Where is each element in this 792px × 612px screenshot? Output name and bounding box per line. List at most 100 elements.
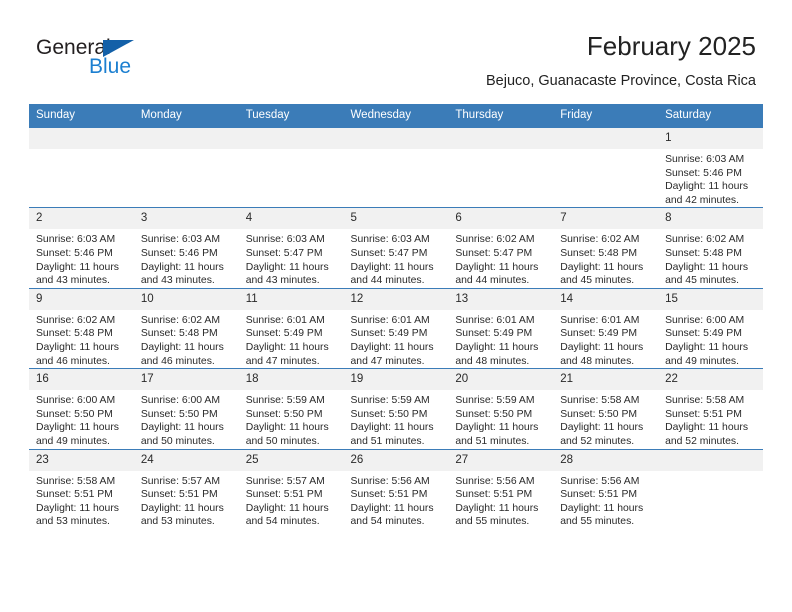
day-details: Sunrise: 6:02 AM Sunset: 5:47 PM Daylight:…: [448, 229, 553, 287]
sunset-time: Sunset: 5:50 PM: [36, 408, 113, 420]
daylight-duration-line2: and 50 minutes.: [140, 435, 215, 447]
sunrise-time: Sunrise: 5:58 AM: [665, 395, 745, 407]
calendar-day-cell[interactable]: 11 Sunrise: 6:01 AM Sunset: 5:49 PM Dayligh…: [238, 287, 344, 369]
day-details: Sunrise: 6:00 AM Sunset: 5:50 PM Daylight:…: [134, 390, 239, 448]
sunrise-time: Sunrise: 6:02 AM: [140, 314, 220, 326]
calendar-day-cell[interactable]: 17 Sunrise: 6:00 AM Sunset: 5:50 PM Dayligh…: [133, 368, 239, 449]
daylight-duration-line2: and 44 minutes.: [455, 275, 530, 287]
sunset-time: Sunset: 5:49 PM: [560, 328, 638, 340]
sunset-time: Sunset: 5:51 PM: [36, 489, 113, 501]
calendar-day-cell[interactable]: 13 Sunrise: 6:01 AM Sunset: 5:49 PM Dayligh…: [448, 287, 554, 369]
sunset-time: Sunset: 5:46 PM: [665, 167, 742, 179]
sunrise-time: Sunrise: 6:02 AM: [560, 234, 640, 246]
sunset-time: Sunset: 5:50 PM: [455, 408, 533, 420]
calendar-day-cell[interactable]: 5 Sunrise: 6:03 AM Sunset: 5:47 PM Daylight…: [343, 207, 449, 289]
daylight-duration-line1: Daylight: 11 hours: [350, 502, 434, 514]
day-details: Sunrise: 6:02 AM Sunset: 5:48 PM Daylight:…: [29, 310, 134, 368]
sunrise-time: Sunrise: 6:01 AM: [560, 314, 640, 326]
daylight-duration-line2: and 45 minutes.: [665, 275, 739, 287]
calendar-body: 1 Sunrise: 6:03 AM Sunset: 5:46 PM Daylight…: [29, 126, 763, 529]
calendar-day-cell[interactable]: 22 Sunrise: 5:58 AM Sunset: 5:51 PM Dayligh…: [658, 368, 763, 449]
calendar-day-cell[interactable]: 25 Sunrise: 5:57 AM Sunset: 5:51 PM Dayligh…: [238, 448, 344, 529]
calendar-day-cell[interactable]: 26 Sunrise: 5:56 AM Sunset: 5:51 PM Dayligh…: [343, 448, 449, 529]
calendar-empty-cell: [29, 126, 134, 208]
calendar-day-cell[interactable]: 18 Sunrise: 5:59 AM Sunset: 5:50 PM Dayligh…: [238, 368, 344, 449]
day-number: [238, 128, 344, 149]
day-number: [29, 128, 134, 149]
calendar-day-cell[interactable]: 28 Sunrise: 5:56 AM Sunset: 5:51 PM Dayligh…: [553, 448, 659, 529]
day-details: Sunrise: 6:00 AM Sunset: 5:50 PM Daylight:…: [29, 390, 134, 448]
day-details: Sunrise: 6:03 AM Sunset: 5:46 PM Daylight:…: [658, 149, 763, 207]
day-details: Sunrise: 6:01 AM Sunset: 5:49 PM Daylight:…: [239, 310, 344, 368]
daylight-duration-line1: Daylight: 11 hours: [36, 422, 119, 434]
day-details: Sunrise: 5:56 AM Sunset: 5:51 PM Daylight:…: [553, 471, 658, 529]
daylight-duration-line2: and 53 minutes.: [140, 516, 215, 528]
sunset-time: Sunset: 5:47 PM: [455, 247, 533, 259]
sunset-time: Sunset: 5:50 PM: [350, 408, 428, 420]
daylight-duration-line2: and 49 minutes.: [665, 355, 739, 367]
calendar-day-cell[interactable]: 3 Sunrise: 6:03 AM Sunset: 5:46 PM Daylight…: [133, 207, 239, 289]
calendar-day-cell[interactable]: 1 Sunrise: 6:03 AM Sunset: 5:46 PM Daylight…: [658, 126, 763, 208]
calendar-day-cell[interactable]: 8 Sunrise: 6:02 AM Sunset: 5:48 PM Daylight…: [658, 207, 763, 289]
daylight-duration-line2: and 46 minutes.: [36, 355, 110, 367]
daylight-duration-line1: Daylight: 11 hours: [455, 341, 539, 353]
day-number: 4: [238, 208, 344, 230]
calendar-day-cell[interactable]: 16 Sunrise: 6:00 AM Sunset: 5:50 PM Dayligh…: [29, 368, 134, 449]
day-number: [553, 128, 659, 149]
daylight-duration-line2: and 52 minutes.: [560, 435, 635, 447]
logo-text-blue: Blue: [89, 55, 132, 78]
sunset-time: Sunset: 5:51 PM: [455, 489, 533, 501]
title-block: February 2025 Bejuco, Guanacaste Provinc…: [486, 30, 756, 91]
calendar-day-cell[interactable]: 7 Sunrise: 6:02 AM Sunset: 5:48 PM Daylight…: [553, 207, 659, 289]
general-blue-logo[interactable]: General Blue: [36, 36, 216, 84]
calendar-day-cell[interactable]: 2 Sunrise: 6:03 AM Sunset: 5:46 PM Daylight…: [29, 207, 134, 289]
day-number: 22: [658, 369, 763, 391]
day-number: 19: [343, 369, 449, 391]
day-details: Sunrise: 6:03 AM Sunset: 5:47 PM Daylight:…: [344, 229, 449, 287]
sunset-time: Sunset: 5:48 PM: [36, 328, 113, 340]
sunrise-time: Sunrise: 5:58 AM: [36, 475, 116, 487]
calendar-day-cell[interactable]: 27 Sunrise: 5:56 AM Sunset: 5:51 PM Dayligh…: [448, 448, 554, 529]
calendar-empty-cell: [448, 126, 554, 208]
day-number: 28: [553, 449, 659, 471]
day-details: Sunrise: 6:01 AM Sunset: 5:49 PM Daylight:…: [448, 310, 553, 368]
day-number: 23: [29, 449, 134, 471]
daylight-duration-line2: and 47 minutes.: [245, 355, 320, 367]
calendar-header-row: Sunday Monday Tuesday Wednesday Thursday…: [29, 104, 763, 128]
daylight-duration-line1: Daylight: 11 hours: [560, 422, 644, 434]
day-number: 7: [553, 208, 659, 230]
day-details: Sunrise: 5:57 AM Sunset: 5:51 PM Daylight:…: [239, 471, 344, 529]
sunrise-time: Sunrise: 6:03 AM: [36, 234, 116, 246]
calendar-day-cell[interactable]: 6 Sunrise: 6:02 AM Sunset: 5:47 PM Daylight…: [448, 207, 554, 289]
calendar-day-cell[interactable]: 15 Sunrise: 6:00 AM Sunset: 5:49 PM Dayligh…: [658, 287, 763, 369]
calendar-day-cell[interactable]: 23 Sunrise: 5:58 AM Sunset: 5:51 PM Dayligh…: [29, 448, 134, 529]
daylight-duration-line2: and 50 minutes.: [245, 435, 320, 447]
sunrise-time: Sunrise: 6:03 AM: [140, 234, 220, 246]
calendar-day-cell[interactable]: 9 Sunrise: 6:02 AM Sunset: 5:48 PM Daylight…: [29, 287, 134, 369]
daylight-duration-line2: and 44 minutes.: [350, 275, 425, 287]
daylight-duration-line1: Daylight: 11 hours: [36, 502, 119, 514]
calendar-day-cell[interactable]: 4 Sunrise: 6:03 AM Sunset: 5:47 PM Daylight…: [238, 207, 344, 289]
daylight-duration-line2: and 51 minutes.: [455, 435, 530, 447]
day-details: Sunrise: 6:01 AM Sunset: 5:49 PM Daylight:…: [553, 310, 658, 368]
calendar-day-cell[interactable]: 20 Sunrise: 5:59 AM Sunset: 5:50 PM Dayligh…: [448, 368, 554, 449]
sunset-time: Sunset: 5:51 PM: [560, 489, 638, 501]
calendar-empty-cell: [238, 126, 344, 208]
daylight-duration-line1: Daylight: 11 hours: [245, 341, 329, 353]
day-number: 26: [343, 449, 449, 471]
calendar-day-cell[interactable]: 14 Sunrise: 6:01 AM Sunset: 5:49 PM Dayligh…: [553, 287, 659, 369]
sunrise-time: Sunrise: 6:01 AM: [350, 314, 430, 326]
daylight-duration-line2: and 45 minutes.: [560, 275, 635, 287]
calendar-day-cell[interactable]: 21 Sunrise: 5:58 AM Sunset: 5:50 PM Dayligh…: [553, 368, 659, 449]
weekday-header-thursday: Thursday: [448, 104, 554, 128]
daylight-duration-line1: Daylight: 11 hours: [36, 341, 119, 353]
day-number: 9: [29, 288, 134, 310]
day-details: Sunrise: 6:00 AM Sunset: 5:49 PM Daylight:…: [658, 310, 763, 368]
daylight-duration-line2: and 48 minutes.: [560, 355, 635, 367]
calendar-day-cell[interactable]: 10 Sunrise: 6:02 AM Sunset: 5:48 PM Dayligh…: [133, 287, 239, 369]
calendar-day-cell[interactable]: 19 Sunrise: 5:59 AM Sunset: 5:50 PM Dayligh…: [343, 368, 449, 449]
daylight-duration-line1: Daylight: 11 hours: [665, 422, 749, 434]
calendar-day-cell[interactable]: 12 Sunrise: 6:01 AM Sunset: 5:49 PM Dayligh…: [343, 287, 449, 369]
calendar-day-cell[interactable]: 24 Sunrise: 5:57 AM Sunset: 5:51 PM Dayligh…: [133, 448, 239, 529]
day-number: [448, 128, 554, 149]
